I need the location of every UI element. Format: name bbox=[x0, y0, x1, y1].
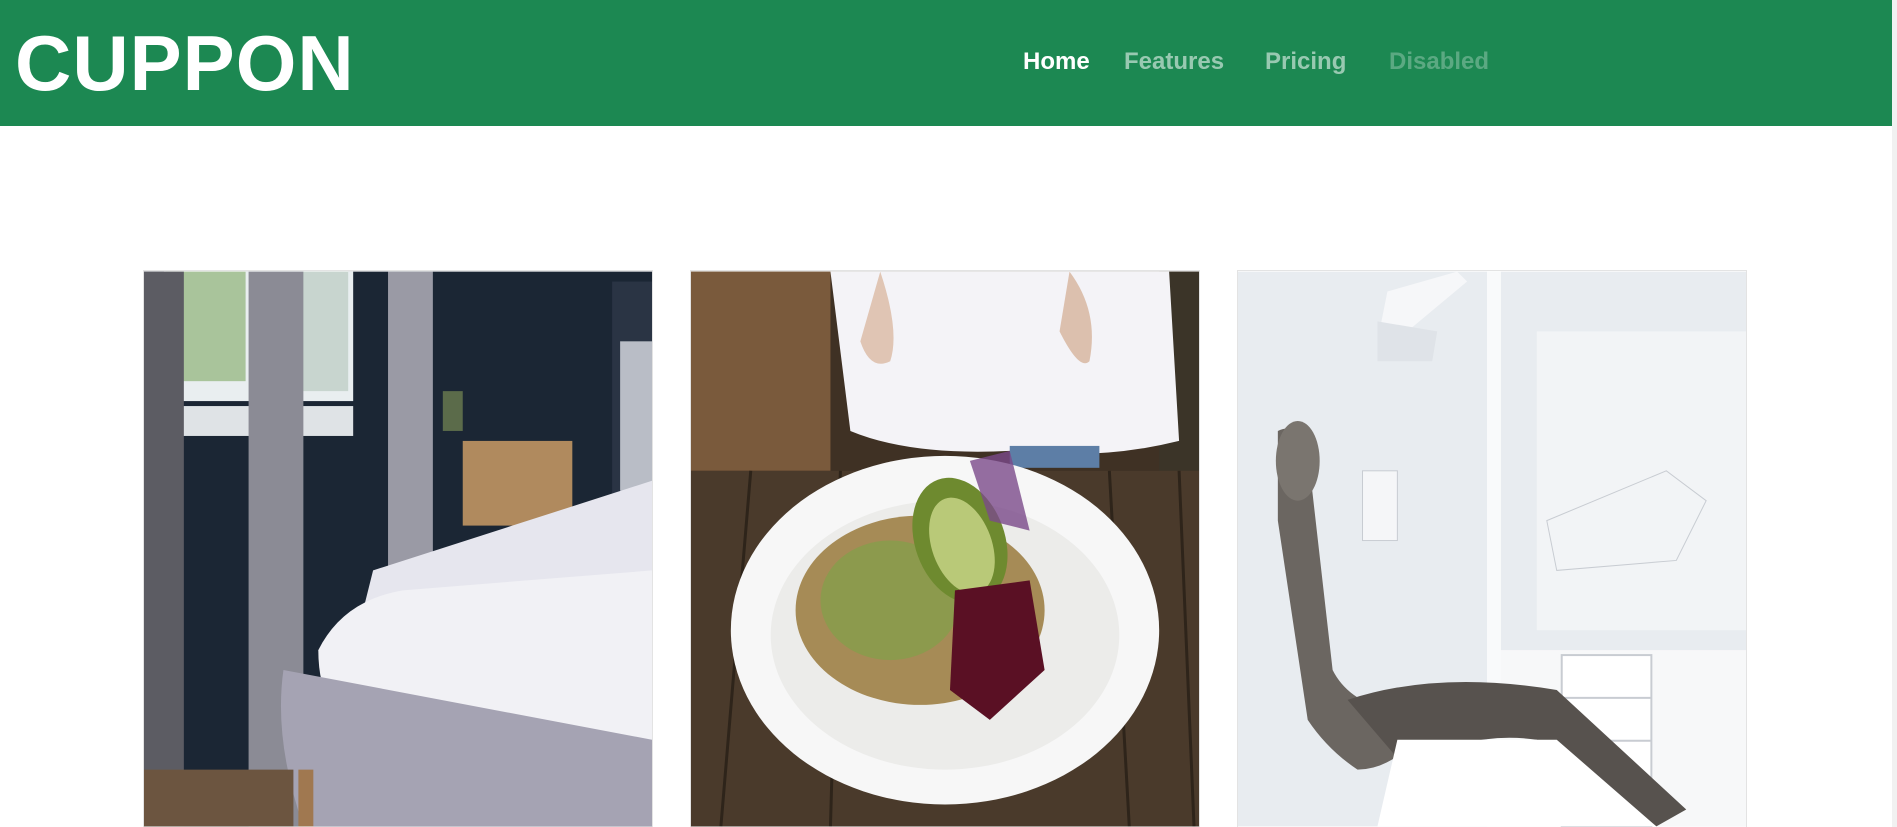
nav-link-features[interactable]: Features bbox=[1124, 47, 1224, 77]
card-bedroom[interactable] bbox=[143, 270, 653, 827]
nav-link-pricing[interactable]: Pricing bbox=[1265, 47, 1346, 77]
bedroom-photo bbox=[144, 271, 652, 827]
nav-link-home[interactable]: Home bbox=[1023, 47, 1090, 77]
card-dental[interactable] bbox=[1237, 270, 1747, 827]
card-salad[interactable] bbox=[690, 270, 1200, 827]
nav-link-disabled: Disabled bbox=[1389, 48, 1490, 75]
dental-chair-photo bbox=[1238, 271, 1746, 827]
salad-bowl-photo bbox=[691, 271, 1199, 827]
brand-logo[interactable]: CUPPON bbox=[15, 22, 355, 104]
scrollbar[interactable] bbox=[1892, 0, 1897, 827]
navbar: CUPPON Home Features Pricing Disabled bbox=[0, 0, 1892, 126]
